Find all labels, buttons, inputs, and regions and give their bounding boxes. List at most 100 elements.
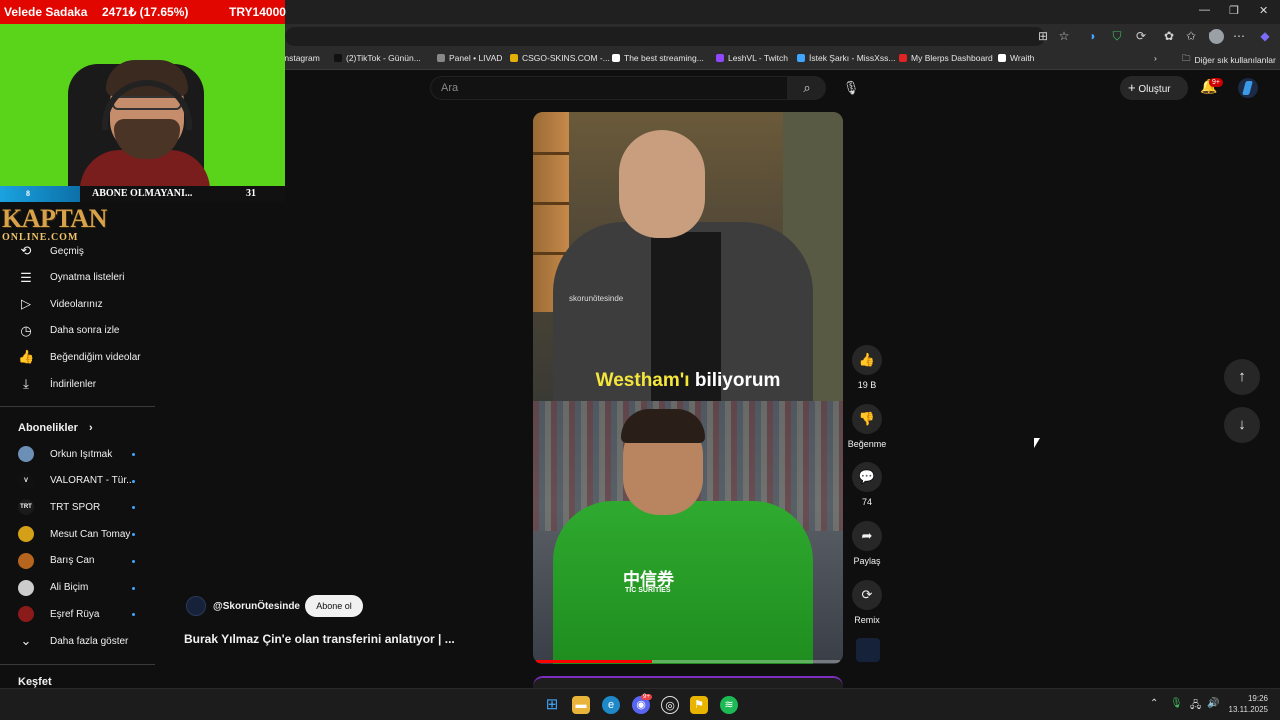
more-icon[interactable]: ⋯: [1231, 29, 1247, 43]
dislike-button[interactable]: 👎: [852, 404, 882, 434]
extensions-icon[interactable]: ✿: [1161, 29, 1177, 43]
subscribe-button[interactable]: Abone ol: [305, 595, 363, 617]
remix-label: Remix: [854, 615, 880, 625]
app-icon[interactable]: ⚑: [690, 696, 708, 714]
bookmark-item[interactable]: CSGO-SKINS.COM -...: [510, 53, 610, 63]
bookmark-favicon-icon: [437, 54, 445, 62]
subscription-item[interactable]: Mesut Can Tomay: [18, 521, 130, 547]
search-input[interactable]: Ara: [441, 82, 458, 94]
apps-icon[interactable]: ⊞: [1035, 29, 1051, 43]
like-icon: 👍: [18, 349, 35, 365]
address-bar-row: ⊞ ☆ ◗ ⛉ ⟳ ✿ ✩ ⧉ ⋯ ◆: [285, 24, 1280, 48]
refresh-extension-icon[interactable]: ⟳: [1133, 29, 1149, 43]
bookmark-item[interactable]: Wraith: [998, 53, 1034, 63]
subscription-item[interactable]: TRT TRT SPOR: [18, 494, 100, 520]
donor-name: Velede Sadaka: [4, 5, 88, 19]
donation-bar: Velede Sadaka 2471₺ (17.65%) TRY14000: [0, 0, 286, 24]
bookmark-item[interactable]: Panel • LIVAD: [437, 53, 502, 63]
bookmarks-overflow-icon[interactable]: ›: [1154, 53, 1157, 63]
new-content-dot: [132, 533, 135, 537]
channel-avatar: [18, 446, 34, 462]
channel-name[interactable]: @SkorunÖtesinde: [213, 601, 300, 612]
subscription-item[interactable]: Eşref Rüya: [18, 601, 99, 627]
share-label: Paylaş: [853, 556, 881, 566]
sidebar-item[interactable]: 👍 Beğendiğim videolar: [18, 344, 141, 370]
next-short-button[interactable]: ↓: [1224, 407, 1260, 443]
share-button[interactable]: ➦: [852, 521, 882, 551]
address-bar[interactable]: [285, 27, 1045, 46]
chevron-down-icon: ⌄: [20, 633, 32, 648]
subscription-item[interactable]: V VALORANT - Tür...: [18, 468, 134, 494]
bookmark-item[interactable]: LeshVL - Twitch: [716, 53, 788, 63]
sidebar-item[interactable]: ⤓ İndirilenler: [18, 371, 96, 397]
video-title[interactable]: Burak Yılmaz Çin'e olan transferini anla…: [184, 632, 455, 646]
sound-channel-avatar[interactable]: [856, 638, 880, 662]
close-icon[interactable]: ✕: [1259, 4, 1268, 17]
search-button[interactable]: ⌕: [788, 76, 826, 100]
remix-button[interactable]: ⟳: [852, 580, 882, 610]
restore-icon[interactable]: ❐: [1229, 4, 1239, 17]
subscription-item[interactable]: Orkun Işıtmak: [18, 441, 112, 467]
search-box[interactable]: Ara: [430, 76, 788, 100]
subscriptions-header[interactable]: Abonelikler ›: [18, 422, 93, 434]
bookmark-item[interactable]: İstek Şarkı - MissXss...: [797, 53, 895, 63]
microphone-tray-icon[interactable]: 🎙: [1170, 698, 1183, 709]
system-clock[interactable]: 19:26 13.11.2025: [1226, 693, 1268, 715]
channel-avatar: [18, 606, 34, 623]
volume-icon[interactable]: 🔊: [1207, 698, 1219, 709]
show-more-button[interactable]: ⌄ Daha fazla göster: [18, 628, 129, 654]
new-content-dot: [132, 453, 135, 456]
profile-avatar[interactable]: [1209, 29, 1224, 44]
watch-later-icon: ◷: [20, 322, 32, 338]
minimize-icon[interactable]: —: [1199, 4, 1210, 16]
bookmark-favicon-icon: [899, 54, 907, 62]
sidebar-item[interactable]: ☰ Oynatma listeleri: [18, 265, 124, 291]
windows-taskbar: ⊞ ▬ e ◉ 9+ ◎ ⚑ ≋ ⌃ 🎙 🖧 🔊: [0, 688, 1280, 720]
extension-icon[interactable]: ◗: [1085, 29, 1101, 43]
voice-search-button[interactable]: 🎙: [838, 76, 864, 100]
discord-badge: 9+: [641, 694, 652, 700]
sub-goal-total: 31: [246, 188, 256, 199]
channel-avatar: V: [18, 472, 34, 489]
bookmark-item[interactable]: The best streaming...: [612, 53, 704, 63]
history-icon: ⟲: [20, 243, 32, 258]
bookmark-item[interactable]: My Blerps Dashboard: [899, 53, 993, 63]
comment-count: 74: [861, 497, 872, 507]
shield-icon[interactable]: ⛉: [1109, 29, 1125, 44]
network-icon[interactable]: 🖧: [1190, 698, 1201, 715]
like-button[interactable]: 👍: [852, 345, 882, 375]
short-video-player[interactable]: skorunötesinde Westham'ı biliyorum 中信券 T…: [533, 112, 843, 664]
create-button[interactable]: + Oluştur: [1120, 76, 1188, 100]
edge-browser-icon[interactable]: e: [602, 696, 620, 714]
favorites-icon[interactable]: ✩: [1183, 29, 1199, 43]
bookmark-item[interactable]: (2)TikTok - Günün...: [334, 53, 421, 63]
bookmark-favicon-icon: [716, 54, 724, 62]
create-label: Oluştur: [1138, 84, 1171, 95]
search-icon: ⌕: [803, 80, 811, 95]
jersey-sponsor-sub: TIC SURITIES: [625, 587, 671, 594]
channel-avatar[interactable]: [186, 596, 206, 616]
video-caption: Westham'ı biliyorum: [595, 370, 781, 391]
file-explorer-icon[interactable]: ▬: [572, 696, 590, 714]
windows-start-icon[interactable]: ⊞: [543, 696, 561, 714]
spotify-icon[interactable]: ≋: [720, 696, 738, 714]
other-favorites[interactable]: 🗀 Diğer sık kullanılanlar: [1182, 53, 1276, 67]
next-short-preview[interactable]: [533, 676, 843, 688]
sidebar-item[interactable]: ◷ Daha sonra izle: [18, 318, 119, 344]
previous-short-button[interactable]: ↑: [1224, 359, 1260, 395]
account-avatar[interactable]: [1238, 78, 1258, 98]
microphone-icon: 🎙: [842, 80, 860, 95]
bookmark-favicon-icon: [334, 54, 342, 62]
subscription-item[interactable]: Barış Can: [18, 548, 94, 574]
copilot-icon[interactable]: ◆: [1257, 29, 1273, 43]
subscription-item[interactable]: Ali Biçim: [18, 575, 88, 601]
obs-icon[interactable]: ◎: [661, 696, 679, 714]
sidebar-item[interactable]: ▷ Videolarınız: [18, 291, 103, 317]
comments-button[interactable]: 💬: [852, 462, 882, 492]
chevron-right-icon: ›: [88, 422, 93, 434]
video-progress-fill[interactable]: [536, 660, 652, 663]
favorite-star-icon[interactable]: ☆: [1056, 29, 1072, 43]
new-content-dot: [132, 586, 135, 590]
tray-expand-icon[interactable]: ⌃: [1150, 698, 1158, 709]
mouse-cursor: [1034, 438, 1040, 448]
